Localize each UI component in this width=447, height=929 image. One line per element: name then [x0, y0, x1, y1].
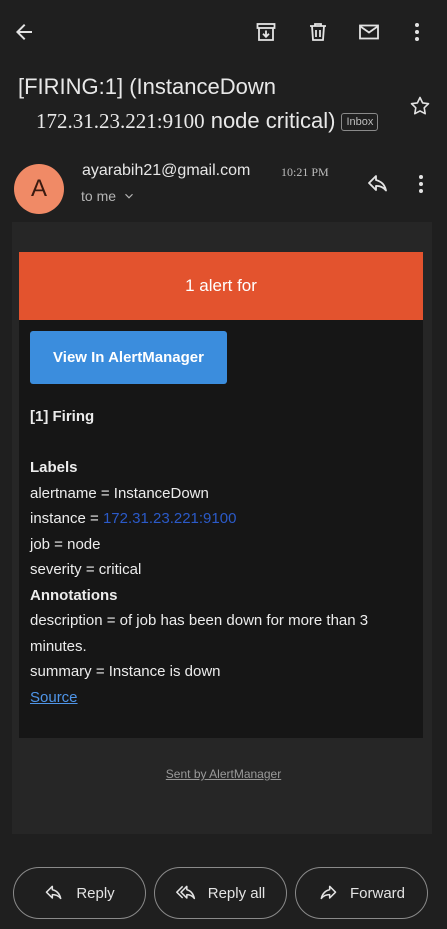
- source-link[interactable]: Source: [30, 689, 78, 706]
- inbox-label-badge[interactable]: Inbox: [341, 113, 379, 131]
- annotations-heading: Annotations: [30, 586, 118, 604]
- reply-icon: [46, 885, 62, 900]
- label-instance-key: instance =: [30, 510, 103, 527]
- back-arrow-icon[interactable]: [10, 18, 38, 46]
- firing-heading: [1] Firing: [30, 408, 95, 425]
- annotation-summary: summary = Instance is down: [30, 663, 221, 680]
- more-vert-icon[interactable]: [403, 18, 431, 46]
- alert-banner: 1 alert for: [19, 252, 423, 320]
- label-job: job = node: [30, 535, 101, 553]
- reply-all-label: Reply all: [207, 884, 266, 902]
- reply-all-icon: [175, 885, 195, 900]
- alert-box: 1 alert for View In AlertManager [1] Fir…: [19, 252, 423, 738]
- avatar[interactable]: A: [14, 164, 64, 214]
- archive-icon[interactable]: [252, 18, 280, 46]
- recipient-toggle[interactable]: to me: [81, 188, 136, 204]
- reply-button[interactable]: Reply: [13, 867, 146, 919]
- sent-by-link[interactable]: Sent by AlertManager: [0, 767, 447, 781]
- email-subject: [FIRING:1] (InstanceDown 172.31.23.221:9…: [18, 70, 398, 138]
- delete-icon[interactable]: [304, 18, 332, 46]
- subject-line-1: [FIRING:1] (InstanceDown: [18, 74, 276, 99]
- chevron-down-icon: [125, 193, 133, 199]
- label-instance: instance = 172.31.23.221:9100: [30, 506, 415, 532]
- message-time: 10:21 PM: [281, 165, 329, 179]
- annotation-description-line-2: minutes.: [30, 637, 87, 655]
- label-alertname: alertname = InstanceDown: [30, 484, 209, 502]
- reply-icon[interactable]: [366, 172, 390, 196]
- view-in-alertmanager-button[interactable]: View In AlertManager: [30, 331, 227, 384]
- top-toolbar: [0, 0, 447, 64]
- subject-line-2: node critical): [204, 108, 336, 133]
- message-more-icon[interactable]: [409, 172, 433, 196]
- annotation-description-line-1: description = of job has been down for m…: [30, 612, 369, 629]
- reply-all-button[interactable]: Reply all: [154, 867, 287, 919]
- sender-email[interactable]: ayarabih21@gmail.com: [82, 162, 250, 180]
- recipient-label: to me: [81, 188, 117, 204]
- forward-icon: [320, 885, 337, 900]
- mark-unread-icon[interactable]: [355, 18, 383, 46]
- labels-heading: Labels: [30, 459, 78, 476]
- reply-label: Reply: [76, 884, 115, 902]
- forward-label: Forward: [349, 884, 405, 902]
- subject-ip: 172.31.23.221:9100: [36, 109, 205, 133]
- label-severity: severity = critical: [30, 561, 142, 578]
- alert-details: [1] Firing Labels alertname = InstanceDo…: [30, 404, 415, 710]
- star-icon[interactable]: [408, 94, 432, 118]
- forward-button[interactable]: Forward: [295, 867, 428, 919]
- instance-link[interactable]: 172.31.23.221:9100: [103, 510, 236, 527]
